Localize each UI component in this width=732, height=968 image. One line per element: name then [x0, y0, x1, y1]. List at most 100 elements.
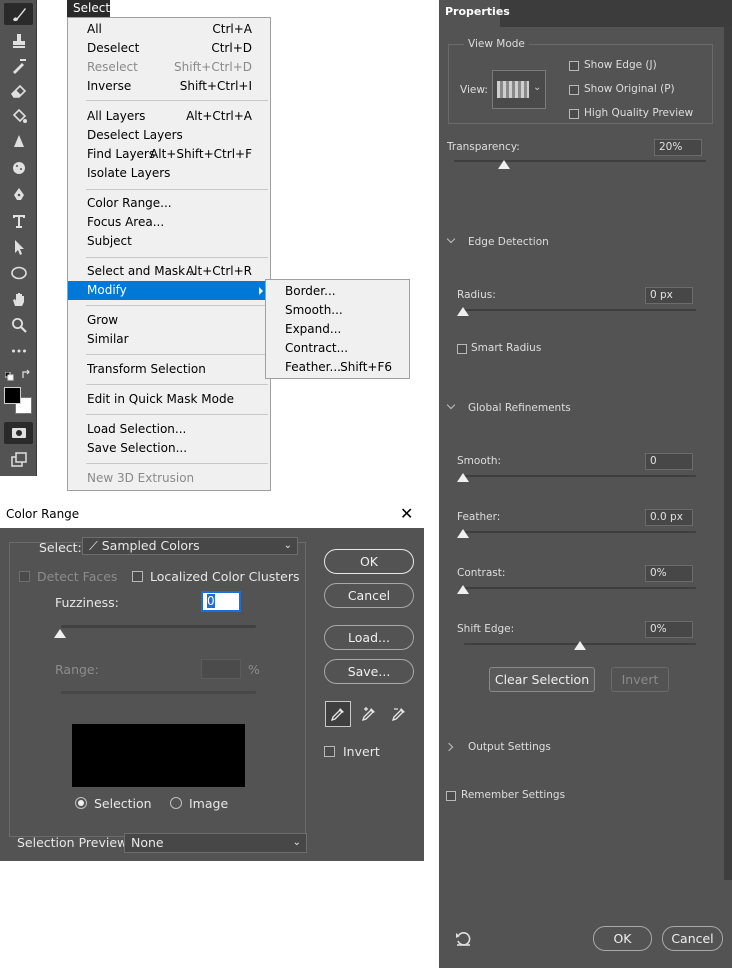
- localized-clusters-checkbox[interactable]: [132, 571, 143, 582]
- foreground-color-swatch[interactable]: [4, 387, 21, 404]
- global-refinements-header[interactable]: Global Refinements: [468, 402, 571, 414]
- swap-colors-icon[interactable]: [21, 369, 32, 380]
- menu-item-inverse[interactable]: Inverse Shift+Ctrl+I: [68, 77, 270, 96]
- menu-item-isolate-layers[interactable]: Isolate Layers: [68, 164, 270, 183]
- fuzziness-slider-thumb[interactable]: [54, 629, 66, 638]
- menu-item-load-selection[interactable]: Load Selection...: [68, 420, 270, 439]
- radius-input[interactable]: 0 px: [645, 287, 693, 304]
- transparency-slider-track[interactable]: [454, 160, 706, 162]
- clone-stamp-tool-icon[interactable]: [4, 30, 33, 52]
- clear-selection-button[interactable]: Clear Selection: [489, 667, 595, 692]
- smooth-slider-track[interactable]: [462, 475, 696, 477]
- feather-input[interactable]: 0.0 px: [645, 509, 693, 526]
- menu-item-grow[interactable]: Grow: [68, 311, 270, 330]
- image-radio[interactable]: [170, 797, 182, 809]
- feather-slider-thumb[interactable]: [457, 529, 469, 538]
- detect-faces-checkbox: [19, 571, 30, 582]
- chevron-down-icon[interactable]: [446, 400, 456, 410]
- menu-item-all-layers[interactable]: All Layers Alt+Ctrl+A: [68, 107, 270, 126]
- selection-preview-dropdown[interactable]: None ⌄: [124, 833, 307, 853]
- menu-item-similar[interactable]: Similar: [68, 330, 270, 349]
- tab-properties[interactable]: Properties: [439, 0, 510, 27]
- shift-edge-input[interactable]: 0%: [645, 621, 693, 638]
- menu-select[interactable]: Select: [67, 0, 110, 17]
- shift-edge-slider-thumb[interactable]: [574, 641, 586, 650]
- show-original-checkbox[interactable]: [569, 85, 579, 95]
- range-label: Range:: [55, 662, 99, 677]
- menu-item-subject[interactable]: Subject: [68, 232, 270, 251]
- transparency-input[interactable]: 20%: [654, 139, 702, 156]
- load-button[interactable]: Load...: [324, 625, 414, 650]
- scrollbar[interactable]: [724, 27, 732, 880]
- zoom-tool-icon[interactable]: [4, 314, 33, 336]
- screen-mode-icon[interactable]: [4, 449, 33, 471]
- brush-tool-icon[interactable]: [4, 3, 33, 25]
- pen-tool-icon[interactable]: [4, 184, 33, 206]
- sponge-tool-icon[interactable]: [4, 157, 33, 179]
- blur-tool-icon[interactable]: [4, 131, 33, 153]
- feather-slider-track[interactable]: [462, 531, 696, 533]
- default-colors-icon[interactable]: [4, 370, 14, 381]
- submenu-item-smooth[interactable]: Smooth...: [266, 301, 409, 320]
- invert-checkbox[interactable]: [324, 746, 335, 757]
- contrast-slider-track[interactable]: [462, 587, 696, 589]
- submenu-item-contract[interactable]: Contract...: [266, 339, 409, 358]
- contrast-slider-thumb[interactable]: [457, 585, 469, 594]
- fuzziness-input[interactable]: 0: [201, 591, 241, 612]
- save-button[interactable]: Save...: [324, 659, 414, 684]
- type-tool-icon[interactable]: [4, 210, 33, 232]
- hq-preview-checkbox[interactable]: [569, 109, 579, 119]
- cancel-button[interactable]: Cancel: [324, 583, 414, 608]
- chevron-right-icon[interactable]: [444, 742, 454, 752]
- menu-item-deselect[interactable]: Deselect Ctrl+D: [68, 39, 270, 58]
- menu-item-select-and-mask[interactable]: Select and Mask... Alt+Ctrl+R: [68, 262, 270, 281]
- fuzziness-slider-track[interactable]: [61, 625, 256, 628]
- edge-detection-header[interactable]: Edge Detection: [468, 236, 549, 248]
- eraser-tool-icon[interactable]: [4, 80, 33, 102]
- ellipse-tool-icon[interactable]: [4, 262, 33, 284]
- more-tools-icon[interactable]: [4, 340, 33, 362]
- paint-bucket-tool-icon[interactable]: [4, 105, 33, 127]
- remember-settings-checkbox[interactable]: [446, 791, 456, 801]
- select-menu-dropdown: All Ctrl+A Deselect Ctrl+D Reselect Shift+C…: [67, 17, 271, 491]
- eyedropper-minus-icon[interactable]: [386, 701, 412, 727]
- ok-button[interactable]: OK: [324, 549, 414, 574]
- menu-item-color-range[interactable]: Color Range...: [68, 194, 270, 213]
- smooth-input[interactable]: 0: [645, 453, 693, 470]
- menu-item-quick-mask[interactable]: Edit in Quick Mask Mode: [68, 390, 270, 409]
- menu-item-transform-selection[interactable]: Transform Selection: [68, 360, 270, 379]
- smart-radius-checkbox[interactable]: [457, 344, 467, 354]
- submenu-item-feather[interactable]: Feather... Shift+F6: [266, 358, 409, 377]
- quick-mask-icon[interactable]: [4, 422, 33, 444]
- menu-item-focus-area[interactable]: Focus Area...: [68, 213, 270, 232]
- properties-ok-button[interactable]: OK: [593, 926, 652, 951]
- menu-item-all[interactable]: All Ctrl+A: [68, 20, 270, 39]
- chevron-down-icon: ⌄: [292, 837, 301, 848]
- submenu-item-border[interactable]: Border...: [266, 282, 409, 301]
- output-settings-header[interactable]: Output Settings: [468, 741, 551, 753]
- localized-clusters-label: Localized Color Clusters: [150, 569, 300, 584]
- selection-radio[interactable]: [75, 797, 87, 809]
- hand-tool-icon[interactable]: [4, 288, 33, 310]
- menu-item-modify[interactable]: Modify: [68, 281, 270, 300]
- select-dropdown[interactable]: ⟋ Sampled Colors ⌄: [82, 537, 298, 555]
- menu-item-deselect-layers[interactable]: Deselect Layers: [68, 126, 270, 145]
- radius-slider-track[interactable]: [462, 309, 696, 311]
- history-brush-tool-icon[interactable]: [4, 55, 33, 77]
- transparency-slider-thumb[interactable]: [498, 160, 511, 169]
- smooth-slider-thumb[interactable]: [457, 473, 469, 482]
- reset-icon[interactable]: [454, 930, 474, 948]
- path-selection-tool-icon[interactable]: [4, 236, 33, 258]
- radius-slider-thumb[interactable]: [457, 307, 469, 316]
- submenu-item-expand[interactable]: Expand...: [266, 320, 409, 339]
- contrast-input[interactable]: 0%: [645, 565, 693, 582]
- eyedropper-icon[interactable]: [325, 701, 351, 727]
- chevron-down-icon[interactable]: [446, 234, 456, 244]
- menu-item-find-layers[interactable]: Find Layers Alt+Shift+Ctrl+F: [68, 145, 270, 164]
- show-edge-checkbox[interactable]: [569, 61, 579, 71]
- close-icon[interactable]: ✕: [400, 504, 413, 523]
- view-mode-picker[interactable]: ⌄: [492, 70, 546, 109]
- eyedropper-plus-icon[interactable]: [356, 701, 382, 727]
- properties-cancel-button[interactable]: Cancel: [662, 926, 723, 951]
- menu-item-save-selection[interactable]: Save Selection...: [68, 439, 270, 458]
